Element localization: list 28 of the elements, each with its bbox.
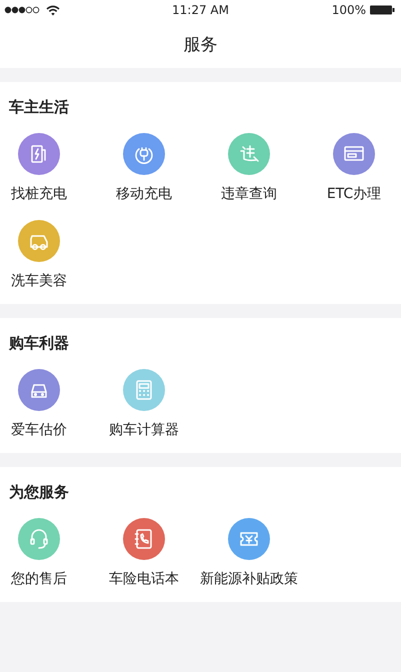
ticket-icon[interactable]	[228, 518, 270, 560]
signal-icon	[4, 6, 42, 14]
service-label[interactable]: 车险电话本	[109, 570, 179, 588]
section-title: 车主生活	[9, 98, 70, 116]
service-label[interactable]: 爱车估价	[11, 421, 67, 439]
charger-icon[interactable]	[18, 133, 60, 175]
status-time: 11:27 AM	[172, 3, 229, 17]
service-label[interactable]: 新能源补贴政策	[200, 570, 298, 588]
phonebook-icon[interactable]	[123, 518, 165, 560]
car-icon[interactable]	[18, 220, 60, 262]
service-label[interactable]: 洗车美容	[11, 272, 67, 290]
service-label[interactable]: 购车计算器	[109, 421, 179, 439]
battery-icon	[370, 5, 395, 15]
service-label[interactable]: 您的售后	[11, 570, 67, 588]
battery-percent: 100%	[332, 3, 366, 17]
section-title: 购车利器	[9, 334, 70, 352]
page-title: 服务	[184, 34, 218, 56]
wifi-icon	[46, 4, 60, 16]
headset-icon[interactable]	[18, 518, 60, 560]
service-label[interactable]: 找桩充电	[11, 185, 67, 203]
car-icon[interactable]	[18, 369, 60, 411]
card-icon[interactable]	[333, 133, 375, 175]
section-title: 为您服务	[9, 483, 70, 501]
calculator-icon[interactable]	[123, 369, 165, 411]
service-label[interactable]: 违章查询	[221, 185, 277, 203]
plug-icon[interactable]	[123, 133, 165, 175]
service-label[interactable]: ETC办理	[326, 185, 382, 203]
service-label[interactable]: 移动充电	[116, 185, 172, 203]
